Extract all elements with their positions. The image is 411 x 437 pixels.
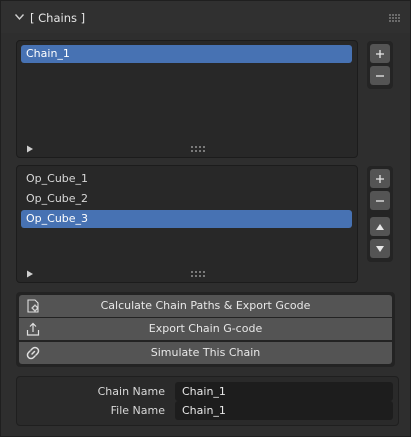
minus-icon [376,199,384,202]
operations-list-controls [367,166,393,262]
list-item[interactable]: Op_Cube_1 [21,170,352,188]
chain-name-field[interactable]: Chain_1 [175,382,393,401]
expand-triangle-icon[interactable] [26,145,34,153]
link-icon [26,346,40,360]
list-item[interactable]: Op_Cube_2 [21,190,352,208]
remove-operation-button[interactable] [370,191,390,210]
add-chain-button[interactable] [370,44,390,63]
triangle-down-icon [376,245,384,252]
file-name-field[interactable]: Chain_1 [175,401,393,420]
panel-title: [ Chains ] [30,11,86,25]
export-chain-gcode-label: Export Chain G-code [148,322,263,335]
add-operation-button[interactable] [370,169,390,188]
operations-list[interactable]: Op_Cube_1 Op_Cube_2 Op_Cube_3 [16,165,358,283]
export-chain-gcode-button[interactable]: Export Chain G-code [19,318,392,340]
simulate-chain-label: Simulate This Chain [150,346,261,359]
export-icon [26,322,40,336]
file-name-label: File Name [110,404,165,417]
chevron-down-icon [14,14,25,21]
chain-properties: Chain Name Chain_1 File Name Chain_1 [16,376,399,426]
minus-icon [376,74,384,77]
chains-panel: [ Chains ] Chain_1 Op_Cube_1 Op_Cube_2 O… [0,0,411,437]
triangle-up-icon [376,223,384,230]
chain-operators: Calculate Chain Paths & Export Gcode Exp… [16,292,395,367]
panel-header[interactable]: [ Chains ] [1,1,410,33]
expand-triangle-icon[interactable] [26,270,34,278]
move-operation-up-button[interactable] [370,217,390,236]
export-gear-icon [27,299,39,313]
calculate-chain-paths-button[interactable]: Calculate Chain Paths & Export Gcode [19,295,392,317]
remove-chain-button[interactable] [370,66,390,85]
calculate-chain-paths-label: Calculate Chain Paths & Export Gcode [100,299,311,312]
list-item[interactable]: Chain_1 [21,45,352,63]
list-item[interactable]: Op_Cube_3 [21,210,352,228]
simulate-chain-button[interactable]: Simulate This Chain [19,342,392,364]
drag-grip-icon[interactable] [389,14,401,22]
chains-list-controls [367,41,393,89]
list-resize-grip-icon[interactable] [191,146,205,152]
plus-icon [376,49,384,58]
plus-icon [376,174,384,183]
move-operation-down-button[interactable] [370,239,390,258]
chain-name-label: Chain Name [97,385,165,398]
chains-list[interactable]: Chain_1 [16,40,358,158]
list-resize-grip-icon[interactable] [191,271,205,277]
